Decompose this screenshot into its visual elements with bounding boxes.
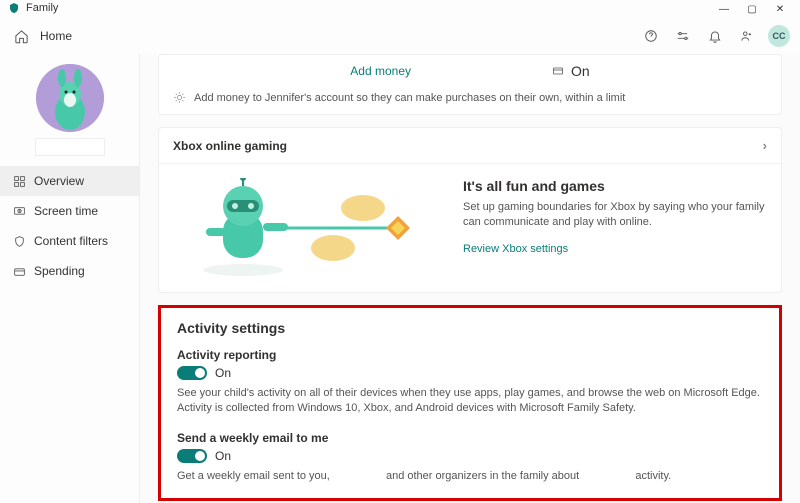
- close-button[interactable]: ✕: [766, 1, 794, 17]
- window-title: Family: [26, 2, 58, 14]
- profile-name-placeholder: [35, 138, 105, 156]
- minimize-button[interactable]: —: [710, 1, 738, 17]
- people-icon[interactable]: [736, 25, 758, 47]
- filters-icon: [12, 234, 26, 248]
- weekly-email-toggle[interactable]: [177, 449, 207, 463]
- home-icon[interactable]: [10, 25, 32, 47]
- nav-label: Screen time: [34, 204, 98, 218]
- redacted-name-2: [582, 471, 632, 481]
- activity-reporting-label: Activity reporting: [177, 348, 763, 362]
- settings-icon[interactable]: [672, 25, 694, 47]
- xbox-card: Xbox online gaming ›: [158, 127, 782, 293]
- weekly-desc-mid: and other organizers in the family about: [383, 470, 582, 482]
- add-money-link[interactable]: Add money: [350, 64, 411, 78]
- weekly-desc-post: activity.: [632, 470, 671, 482]
- app-logo-icon: [8, 2, 20, 14]
- activity-reporting-desc: See your child's activity on all of thei…: [177, 386, 763, 417]
- xbox-header-title: Xbox online gaming: [173, 139, 287, 153]
- card-icon: [551, 65, 565, 77]
- nav: Overview Screen time Content filters Spe…: [0, 166, 139, 286]
- activity-settings-section: Activity settings Activity reporting On …: [158, 305, 782, 501]
- weekly-desc-pre: Get a weekly email sent to you,: [177, 470, 333, 482]
- xbox-desc: Set up gaming boundaries for Xbox by say…: [463, 200, 767, 230]
- sidebar-item-screen-time[interactable]: Screen time: [0, 196, 139, 226]
- tip-icon: [173, 91, 186, 104]
- spending-icon: [12, 264, 26, 278]
- activity-reporting-state: On: [215, 366, 231, 380]
- help-icon[interactable]: [640, 25, 662, 47]
- screentime-icon: [12, 204, 26, 218]
- sidebar: Overview Screen time Content filters Spe…: [0, 54, 140, 503]
- xbox-title: It's all fun and games: [463, 178, 767, 194]
- review-xbox-link[interactable]: Review Xbox settings: [463, 243, 568, 255]
- notifications-icon[interactable]: [704, 25, 726, 47]
- money-state: On: [571, 63, 590, 79]
- maximize-button[interactable]: ▢: [738, 1, 766, 17]
- overview-icon: [12, 174, 26, 188]
- weekly-email-desc: Get a weekly email sent to you, and othe…: [177, 469, 763, 484]
- profile-avatar[interactable]: [36, 64, 104, 132]
- sidebar-item-spending[interactable]: Spending: [0, 256, 139, 286]
- nav-label: Spending: [34, 264, 85, 278]
- weekly-email-state: On: [215, 449, 231, 463]
- sidebar-item-content-filters[interactable]: Content filters: [0, 226, 139, 256]
- activity-reporting-toggle[interactable]: [177, 366, 207, 380]
- money-card: Add money On Add money to Jennifer's acc…: [158, 54, 782, 115]
- money-tip: Add money to Jennifer's account so they …: [194, 92, 625, 104]
- sidebar-item-overview[interactable]: Overview: [0, 166, 139, 196]
- activity-heading: Activity settings: [177, 320, 763, 336]
- nav-label: Overview: [34, 174, 84, 188]
- home-label[interactable]: Home: [40, 29, 72, 43]
- weekly-email-label: Send a weekly email to me: [177, 431, 763, 445]
- user-avatar[interactable]: CC: [768, 25, 790, 47]
- nav-label: Content filters: [34, 234, 108, 248]
- redacted-name-1: [333, 471, 383, 481]
- main-content: Add money On Add money to Jennifer's acc…: [140, 54, 800, 503]
- xbox-illustration: [173, 178, 443, 278]
- chevron-right-icon[interactable]: ›: [763, 138, 767, 153]
